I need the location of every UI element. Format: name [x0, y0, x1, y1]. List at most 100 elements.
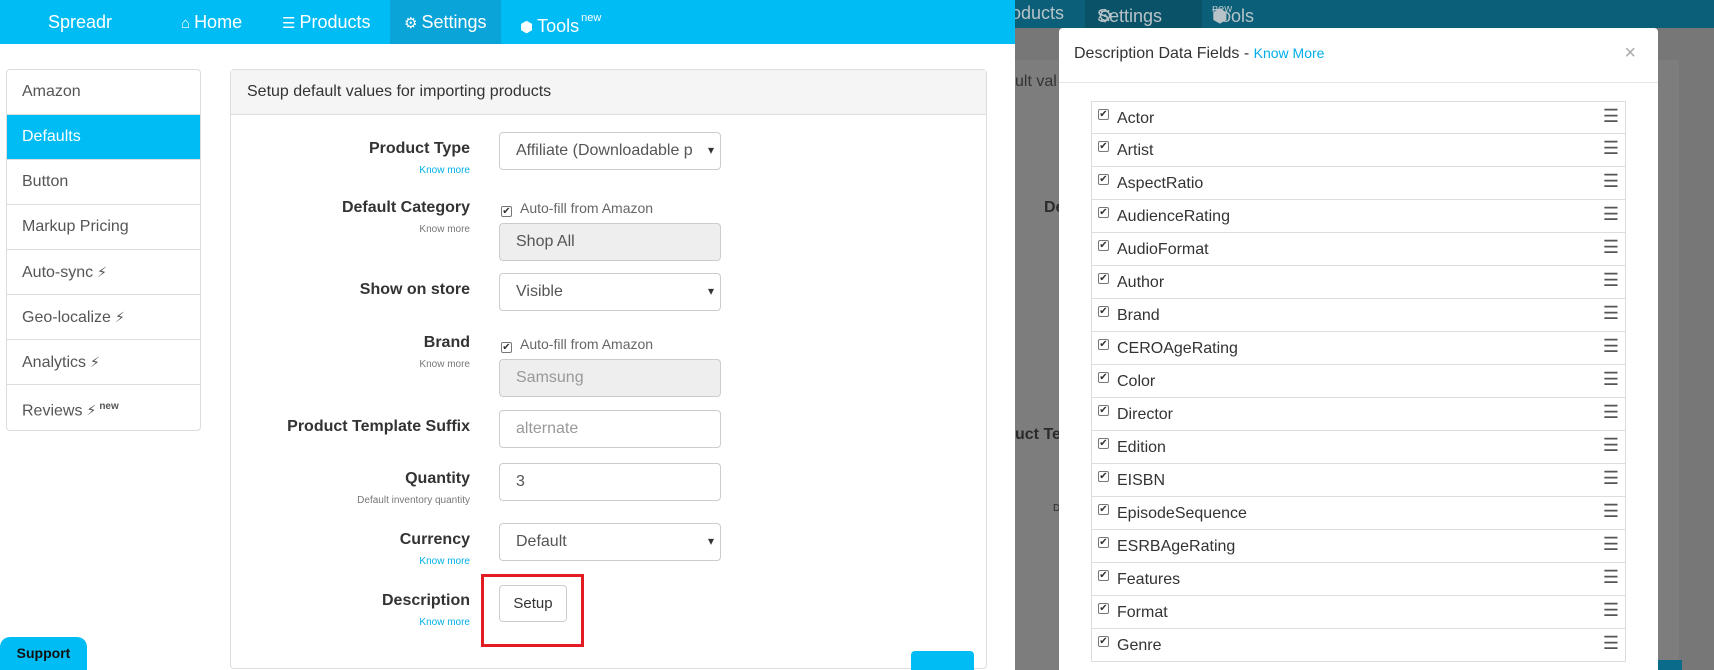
- drag-handle-icon[interactable]: ☰: [1603, 171, 1619, 192]
- list-item[interactable]: ✔ ESRBAgeRating ☰: [1091, 530, 1626, 563]
- sidebar-item-label: Auto-sync: [22, 264, 94, 281]
- sidebar-item-defaults[interactable]: Defaults: [7, 115, 200, 160]
- know-more-link[interactable]: Know more: [419, 165, 470, 176]
- sidebar-item-reviews[interactable]: Reviews ⚡︎ new: [7, 385, 200, 430]
- brand-input: Samsung: [499, 359, 721, 397]
- know-more-link[interactable]: Know more: [419, 556, 470, 567]
- list-item[interactable]: ✔ Director ☰: [1091, 398, 1626, 431]
- know-more-link[interactable]: Know more: [419, 617, 470, 628]
- field-name: Director: [1117, 406, 1174, 423]
- drag-handle-icon[interactable]: ☰: [1603, 369, 1619, 390]
- list-item[interactable]: ✔ AudioFormat ☰: [1091, 233, 1626, 266]
- drag-handle-icon[interactable]: ☰: [1603, 567, 1619, 588]
- list-item[interactable]: ✔ CEROAgeRating ☰: [1091, 332, 1626, 365]
- show-on-store-label: Show on store: [359, 281, 470, 298]
- brand-autofill-checkbox[interactable]: ✔ Auto-fill from Amazon: [501, 336, 653, 353]
- close-icon[interactable]: ×: [1624, 42, 1636, 65]
- list-item[interactable]: ✔ Actor ☰: [1091, 101, 1626, 134]
- cube-icon: ⬢: [520, 19, 534, 36]
- drag-handle-icon[interactable]: ☰: [1603, 106, 1619, 127]
- checkbox-checked-icon[interactable]: ✔: [1098, 405, 1109, 416]
- nav-home[interactable]: ⌂ Home: [167, 0, 256, 44]
- description-field-list: ✔ Actor ☰ ✔ Artist ☰ ✔ AspectRatio ☰ ✔ AudienceRat…: [1091, 101, 1626, 662]
- drag-handle-icon[interactable]: ☰: [1603, 435, 1619, 456]
- sidebar-item-geo-localize[interactable]: Geo-localize ⚡︎: [7, 295, 200, 340]
- list-item[interactable]: ✔ AspectRatio ☰: [1091, 167, 1626, 200]
- drag-handle-icon[interactable]: ☰: [1603, 336, 1619, 357]
- checkbox-checked-icon[interactable]: ✔: [1098, 372, 1109, 383]
- list-item[interactable]: ✔ AudienceRating ☰: [1091, 200, 1626, 233]
- drag-handle-icon[interactable]: ☰: [1603, 237, 1619, 258]
- checkbox-checked-icon[interactable]: ✔: [1098, 207, 1109, 218]
- checkbox-checked-icon[interactable]: ✔: [1098, 174, 1109, 185]
- know-more-text: Know more: [419, 224, 470, 235]
- checkbox-checked-icon[interactable]: ✔: [1098, 636, 1109, 647]
- sidebar-item-markup-pricing[interactable]: Markup Pricing: [7, 205, 200, 250]
- checkbox-checked-icon: ✔: [501, 206, 512, 217]
- drag-handle-icon[interactable]: ☰: [1603, 138, 1619, 159]
- drag-handle-icon[interactable]: ☰: [1603, 633, 1619, 654]
- drag-handle-icon[interactable]: ☰: [1603, 534, 1619, 555]
- drag-handle-icon[interactable]: ☰: [1603, 303, 1619, 324]
- currency-select[interactable]: Default: [499, 523, 721, 561]
- list-item[interactable]: ✔ Edition ☰: [1091, 431, 1626, 464]
- drag-handle-icon[interactable]: ☰: [1603, 402, 1619, 423]
- nav-tools-label: Tools: [537, 16, 580, 36]
- brand-logo[interactable]: Spreadr: [48, 12, 112, 33]
- settings-sidebar: Amazon Defaults Button Markup Pricing Au…: [6, 69, 201, 431]
- sidebar-item-analytics[interactable]: Analytics ⚡︎: [7, 340, 200, 385]
- list-item[interactable]: ✔ Format ☰: [1091, 596, 1626, 629]
- checkbox-checked-icon[interactable]: ✔: [1098, 603, 1109, 614]
- nav-settings-label: Settings: [421, 12, 487, 32]
- drag-handle-icon[interactable]: ☰: [1603, 600, 1619, 621]
- list-item[interactable]: ✔ EpisodeSequence ☰: [1091, 497, 1626, 530]
- sidebar-item-amazon[interactable]: Amazon: [7, 70, 200, 115]
- drag-handle-icon[interactable]: ☰: [1603, 204, 1619, 225]
- category-autofill-checkbox[interactable]: ✔ Auto-fill from Amazon: [501, 200, 653, 217]
- product-type-select[interactable]: Affiliate (Downloadable p: [499, 132, 721, 170]
- checkbox-checked-icon[interactable]: ✔: [1098, 141, 1109, 152]
- quantity-input[interactable]: 3: [499, 463, 721, 501]
- description-setup-button[interactable]: Setup: [499, 585, 567, 622]
- drag-handle-icon[interactable]: ☰: [1603, 468, 1619, 489]
- list-item[interactable]: ✔ Artist ☰: [1091, 134, 1626, 167]
- sidebar-item-button[interactable]: Button: [7, 160, 200, 205]
- defaults-panel: Setup default values for importing produ…: [230, 69, 987, 670]
- list-item[interactable]: ✔ Author ☰: [1091, 266, 1626, 299]
- brand-label: Brand: [423, 334, 470, 351]
- bolt-icon: ⚡︎: [114, 309, 125, 325]
- list-item[interactable]: ✔ Color ☰: [1091, 365, 1626, 398]
- support-button[interactable]: Support: [0, 637, 87, 670]
- checkbox-checked-icon[interactable]: ✔: [1098, 471, 1109, 482]
- sidebar-item-label: Button: [22, 173, 69, 190]
- field-name: ESRBAgeRating: [1117, 538, 1236, 555]
- know-more-link[interactable]: Know More: [1254, 45, 1325, 61]
- nav-products[interactable]: ☰ Products: [268, 0, 385, 44]
- template-suffix-input[interactable]: alternate: [499, 410, 721, 448]
- list-item[interactable]: ✔ Features ☰: [1091, 563, 1626, 596]
- nav-home-label: Home: [194, 12, 243, 32]
- template-suffix-label: Product Template Suffix: [287, 418, 470, 435]
- list-item[interactable]: ✔ Genre ☰: [1091, 629, 1626, 662]
- save-button[interactable]: [911, 651, 974, 670]
- nav-products-label: Products: [299, 12, 371, 32]
- checkbox-checked-icon[interactable]: ✔: [1098, 570, 1109, 581]
- checkbox-checked-icon[interactable]: ✔: [1098, 339, 1109, 350]
- checkbox-checked-icon[interactable]: ✔: [1098, 504, 1109, 515]
- list-item[interactable]: ✔ EISBN ☰: [1091, 464, 1626, 497]
- list-item[interactable]: ✔ Brand ☰: [1091, 299, 1626, 332]
- checkbox-checked-icon[interactable]: ✔: [1098, 438, 1109, 449]
- new-badge: new: [581, 12, 602, 24]
- checkbox-checked-icon[interactable]: ✔: [1098, 240, 1109, 251]
- drag-handle-icon[interactable]: ☰: [1603, 270, 1619, 291]
- nav-settings[interactable]: ⚙ Settings: [390, 0, 501, 44]
- checkbox-checked-icon[interactable]: ✔: [1098, 306, 1109, 317]
- drag-handle-icon[interactable]: ☰: [1603, 501, 1619, 522]
- nav-tools[interactable]: ⬢ Tools new: [506, 0, 615, 44]
- show-on-store-select[interactable]: Visible: [499, 273, 721, 311]
- checkbox-label: Auto-fill from Amazon: [520, 200, 654, 216]
- checkbox-checked-icon[interactable]: ✔: [1098, 109, 1109, 120]
- checkbox-checked-icon[interactable]: ✔: [1098, 537, 1109, 548]
- checkbox-checked-icon[interactable]: ✔: [1098, 273, 1109, 284]
- sidebar-item-auto-sync[interactable]: Auto-sync ⚡︎: [7, 250, 200, 295]
